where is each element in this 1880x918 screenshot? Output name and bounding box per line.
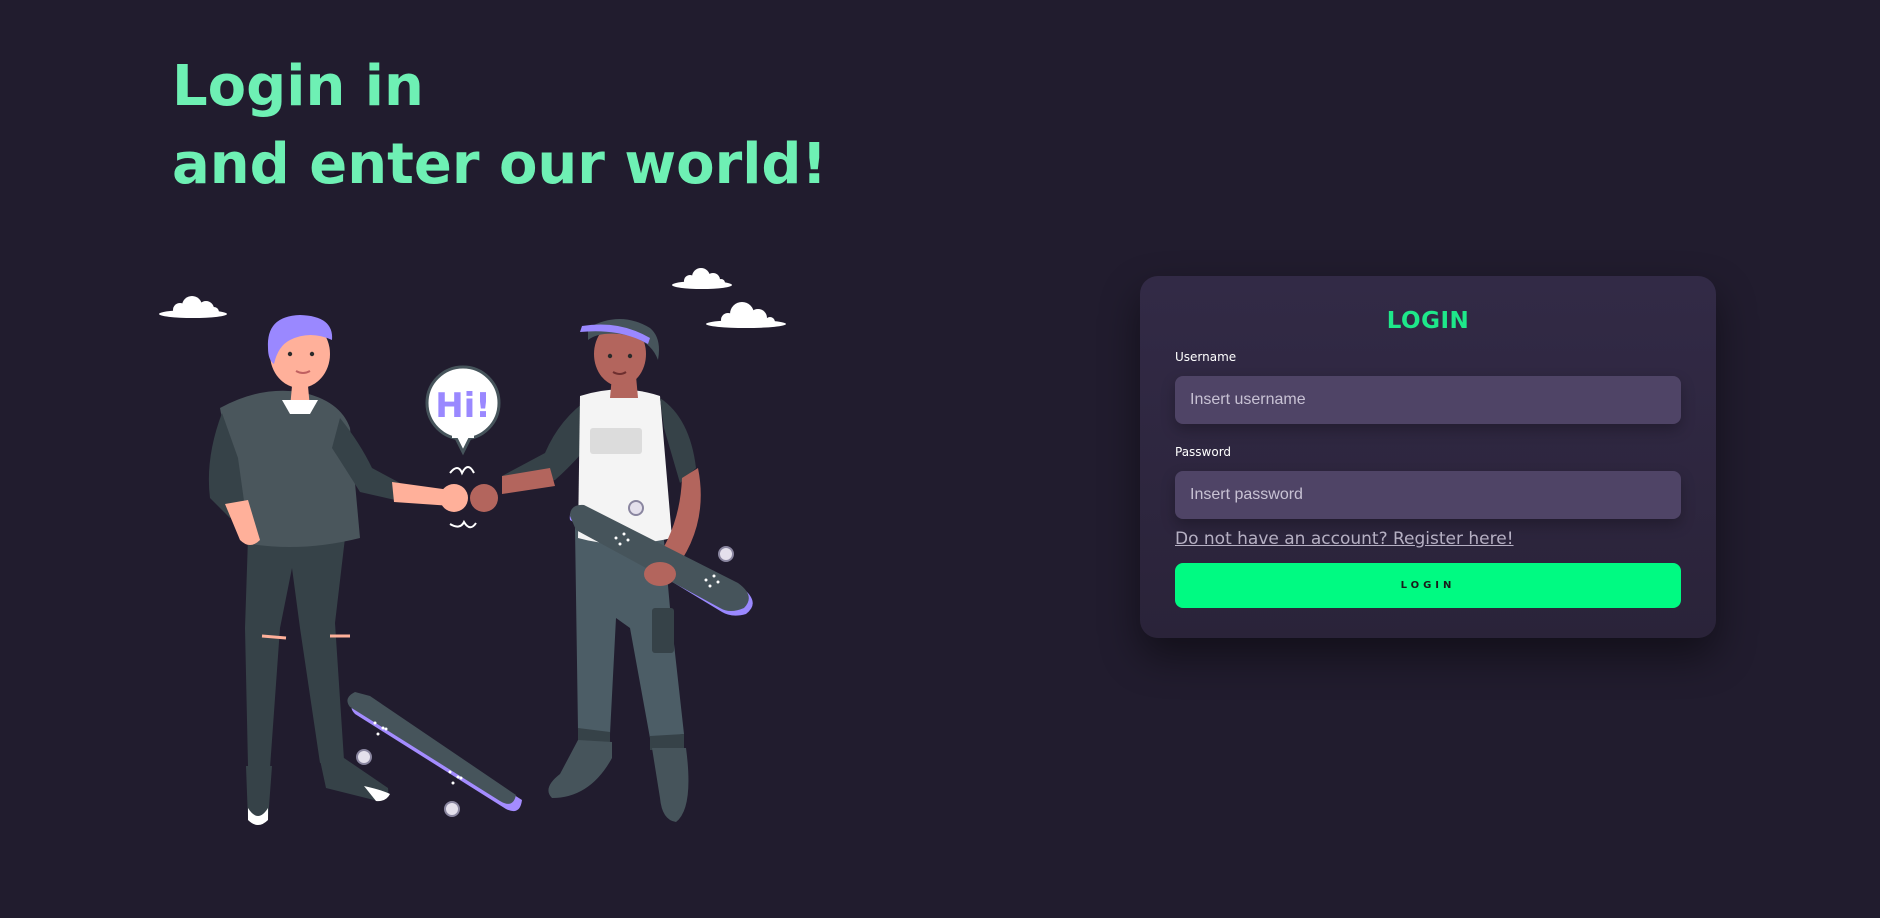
password-label: Password [1175,445,1232,459]
hero-heading: Login in and enter our world! [172,48,827,204]
hero-line-2: and enter our world! [172,132,828,197]
login-title: LOGIN [1386,308,1470,334]
speech-bubble-text: Hi! [435,386,491,426]
password-input[interactable] [1175,471,1681,519]
register-link[interactable]: Do not have an account? Register here! [1175,529,1514,549]
login-card: LOGIN Username Password Do not have an a… [1140,276,1716,638]
cloud-left [159,296,227,318]
login-page: Login in and enter our world! Hi! LOGIN … [0,0,1880,918]
username-input[interactable] [1175,376,1681,424]
cloud-top [672,268,732,289]
login-button[interactable]: LOGIN [1175,563,1681,608]
cloud-right [706,302,786,328]
hero-line-1: Login in [172,54,424,119]
skaters-illustration: Hi! [159,268,786,825]
username-label: Username [1175,350,1237,364]
